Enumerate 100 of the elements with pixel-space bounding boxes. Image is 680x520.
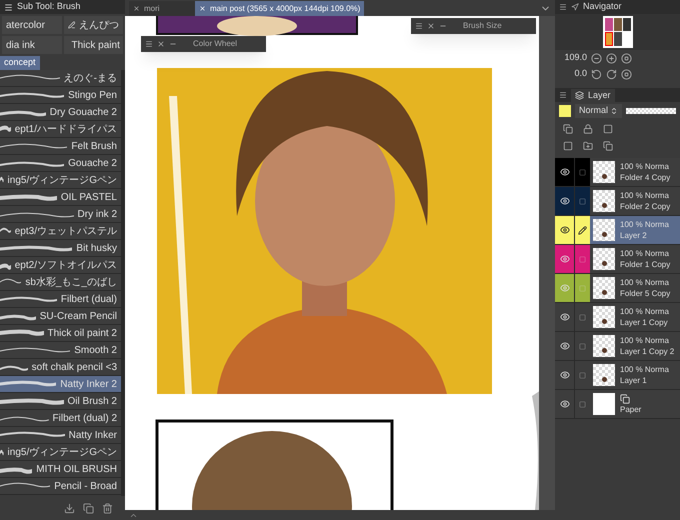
download-icon[interactable] (64, 502, 75, 514)
brush-name: MITH OIL BRUSH (36, 462, 117, 476)
brush-set-tab[interactable]: concept (0, 56, 40, 70)
duplicate-icon[interactable] (603, 140, 613, 150)
layer-opacity: 100 % Norma (620, 335, 670, 346)
layer-name: Folder 2 Copy (620, 201, 672, 212)
layer-opacity: 100 % Norma (620, 190, 670, 201)
tool-group-button[interactable]: えんぴつ (64, 16, 123, 34)
rotation-value[interactable]: 0.0 (563, 67, 587, 81)
brush-name: Filbert (dual) (60, 292, 117, 306)
rotate-left-icon[interactable] (591, 68, 602, 80)
layer-opacity: 100 % Norma (620, 161, 670, 172)
close-icon[interactable] (133, 5, 140, 12)
zoom-value[interactable]: 109.0 (563, 51, 587, 65)
layer-name: Folder 1 Copy (620, 259, 672, 270)
duplicate-icon[interactable] (83, 502, 94, 514)
layer-tab[interactable]: Layer (571, 89, 615, 102)
layer-thumbnail (593, 393, 615, 415)
mask-icon[interactable] (603, 124, 613, 134)
layer-thumbnail (593, 364, 615, 386)
brush-name: OIL PASTEL (60, 190, 117, 204)
layer-opacity: 100 % Norma (620, 277, 670, 288)
tool-group-button[interactable]: dia ink (2, 36, 62, 54)
panel-title: Sub Tool: Brush (17, 0, 80, 14)
brush-name: Felt Brush (71, 140, 117, 154)
palette-title: Color Wheel (193, 38, 238, 50)
layer-row[interactable]: 100 % Norma Layer 2 (555, 216, 680, 245)
menu-icon[interactable] (559, 91, 567, 99)
paper-icon (620, 394, 630, 404)
tool-group-button[interactable]: Thick paint (64, 36, 123, 54)
layer-opacity: 100 % Norma (620, 248, 670, 259)
brush-list-item[interactable]: sb水彩_もこ_のばし (0, 274, 121, 291)
brush-name: ing5/ヴィンテージGペン (8, 174, 117, 188)
brush-name: Dry ink 2 (78, 208, 117, 222)
draw-color-swatch[interactable] (559, 105, 571, 117)
layer-name: Paper (620, 404, 642, 414)
lock-icon[interactable] (583, 124, 593, 134)
layer-name: Layer 1 (620, 375, 648, 386)
layer-thumbnail (593, 335, 615, 357)
reset-rotation-icon[interactable] (621, 68, 632, 80)
brush-list-item[interactable]: Natty Inker 2 (0, 376, 121, 393)
brush-name: ept1/ハードドライパス (14, 122, 117, 136)
layer-name: Layer 1 Copy 2 (620, 346, 676, 357)
layer-name: Layer 1 Copy (620, 317, 669, 328)
layer-name: Folder 4 Copy (620, 172, 672, 183)
brush-list-item[interactable]: ing5/ヴィンテージGペン (0, 444, 121, 461)
brush-name: SU-Cream Pencil (40, 310, 117, 324)
new-folder-icon[interactable] (583, 140, 593, 150)
menu-icon[interactable] (559, 3, 567, 11)
blend-mode-dropdown[interactable]: Normal (575, 104, 622, 118)
palette-title: Brush Size (463, 20, 502, 32)
brush-name: ing5/ヴィンテージGペン (8, 446, 117, 460)
brush-name: soft chalk pencil <3 (32, 360, 117, 374)
brush-name: Stingo Pen (68, 88, 117, 102)
layers-icon (575, 91, 584, 100)
layer-thumbnail (593, 219, 615, 241)
brush-name: Oil Brush 2 (68, 394, 117, 408)
brush-name: Natty Inker (68, 428, 117, 442)
layer-thumbnail (593, 190, 615, 212)
updown-icon (610, 107, 618, 115)
brush-name: Smooth 2 (74, 344, 117, 358)
brush-name: sb水彩_もこ_のばし (25, 276, 117, 290)
brush-name: Bit husky (76, 242, 117, 256)
layer-opacity: 100 % Norma (620, 306, 670, 317)
brush-name: Dry Gouache 2 (50, 106, 117, 120)
floating-palette[interactable]: Color Wheel (141, 36, 266, 52)
tool-group-button[interactable]: atercolor (2, 16, 62, 34)
eye-icon[interactable] (560, 225, 570, 235)
layer-opacity: 100 % Norma (620, 364, 670, 375)
close-icon[interactable] (427, 22, 435, 30)
brush-name: Thick oil paint 2 (48, 326, 117, 340)
zoom-in-icon[interactable] (606, 52, 617, 64)
layer-thumbnail (593, 161, 615, 183)
menu-icon[interactable] (415, 22, 423, 30)
clip-icon[interactable] (563, 124, 573, 134)
brush-name: Filbert (dual) 2 (52, 412, 117, 426)
layer-name: Folder 5 Copy (620, 288, 672, 299)
trash-icon[interactable] (102, 502, 113, 514)
floating-palette[interactable]: Brush Size (411, 18, 536, 34)
layer-thumbnail (593, 306, 615, 328)
menu-icon[interactable] (4, 2, 13, 12)
rotate-right-icon[interactable] (606, 68, 617, 80)
layer-opacity: 100 % Norma (620, 219, 670, 230)
close-icon[interactable] (157, 40, 165, 48)
brush-name: Gouache 2 (68, 156, 117, 170)
zoom-out-icon[interactable] (591, 52, 602, 64)
brush-name: Pencil - Broad (54, 480, 117, 494)
document-tab[interactable]: main post (3565 x 4000px 144dpi 109.0%) (195, 1, 364, 16)
menu-icon[interactable] (145, 40, 153, 48)
brush-name: Natty Inker 2 (60, 378, 117, 392)
navigator-icon (571, 3, 579, 11)
document-tab[interactable]: mori (129, 1, 195, 16)
brush-name: ept2/ソフトオイルパス (14, 258, 117, 272)
fit-icon[interactable] (621, 52, 632, 64)
brush-name: えのぐ-まる (64, 72, 117, 86)
brush-name: ept3/ウェットパステル (14, 224, 117, 238)
new-layer-icon[interactable] (563, 140, 573, 150)
pencil-icon (578, 226, 587, 234)
brush-list-item[interactable]: ing5/ヴィンテージGペン (0, 172, 121, 189)
layer-thumbnail (593, 277, 615, 299)
